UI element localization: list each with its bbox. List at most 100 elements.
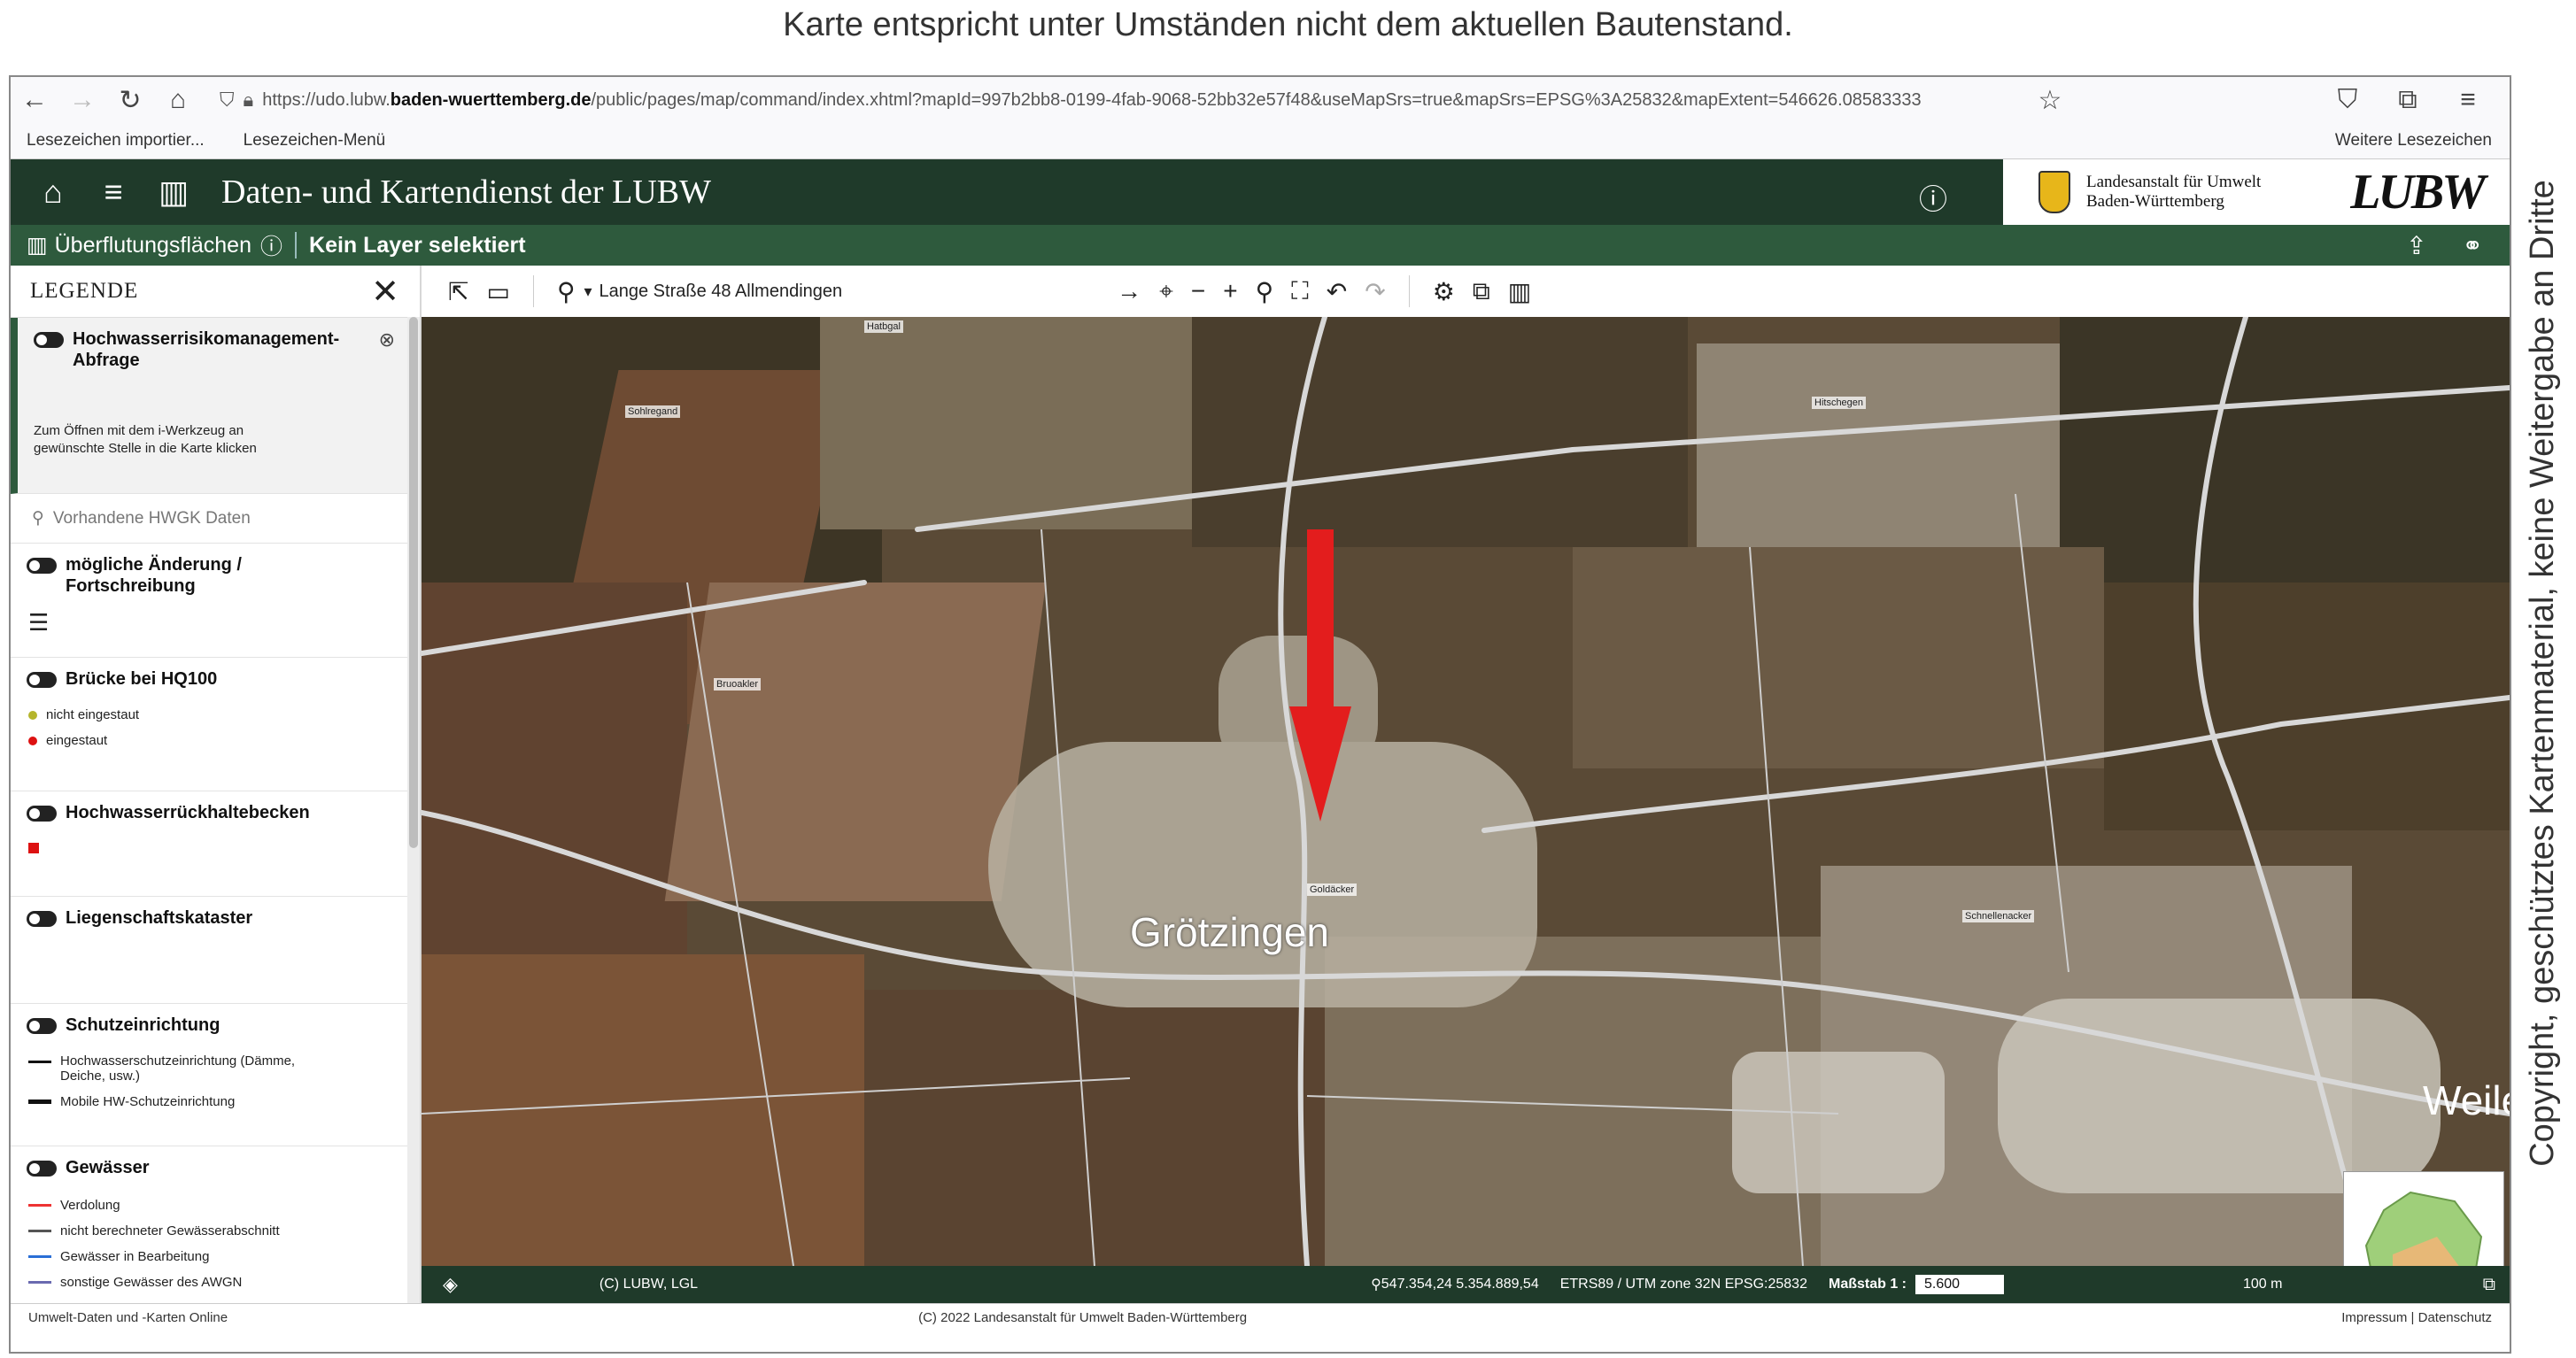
overview-map[interactable] (2343, 1171, 2504, 1266)
zoom-out-icon[interactable]: − (1191, 277, 1205, 305)
side-caption: Copyright, geschütztes Kartenmaterial, k… (2515, 97, 2570, 1248)
layer-bar: ▥ Überflutungsflächen ⓘ Kein Layer selek… (11, 225, 2510, 266)
ruler-icon[interactable]: ▭ (486, 277, 509, 306)
pin-icon: ⚲ (1371, 1276, 1381, 1293)
road (422, 583, 864, 653)
legend-title: LEGENDE (30, 279, 138, 304)
extensions-icon[interactable]: ⧉ (2384, 85, 2432, 115)
locate-icon[interactable]: ⌖ (1159, 277, 1173, 306)
info-cursor-icon[interactable]: ⇱ (448, 277, 468, 306)
url-domain: baden-wuerttemberg.de (391, 90, 592, 111)
chevron-down-icon[interactable]: ▾ (584, 282, 592, 301)
link-icon[interactable]: ⚭ (2463, 231, 2483, 260)
search-label: Vorhandene HWGK Daten (53, 509, 251, 529)
map-icon[interactable]: ▥ (156, 174, 191, 211)
legend-item: nicht eingestaut (11, 702, 407, 728)
legend-item-label: Mobile HW-Schutzeinrichtung (60, 1094, 235, 1109)
road-network (422, 317, 2510, 1266)
legend-section-waters: Gewässer Verdolung nicht berechneter Gew… (11, 1146, 407, 1326)
legend-section-title: Schutzeinrichtung (66, 1015, 220, 1036)
legend-section-bridge: Brücke bei HQ100 nicht eingestaut einges… (11, 658, 407, 791)
legend-section-title: Hochwasserrückhaltebecken (66, 802, 310, 823)
info-icon[interactable]: ⓘ (260, 229, 282, 261)
menu-icon[interactable]: ≡ (2444, 85, 2492, 115)
scale-input[interactable]: 5.600 (1915, 1275, 2004, 1294)
layers-icon[interactable]: ◈ (443, 1273, 458, 1296)
remove-icon[interactable]: ⊗ (379, 328, 395, 351)
app-title: Daten- und Kartendienst der LUBW (221, 173, 711, 212)
coordinates: 547.354,24 5.354.889,54 (1381, 1277, 1539, 1292)
parcel-label: Hitschegen (1812, 397, 1866, 409)
layer-toggle[interactable] (27, 1161, 57, 1177)
layer-toggle[interactable] (27, 1018, 57, 1034)
footer-links[interactable]: Impressum | Datenschutz (2341, 1310, 2492, 1325)
footer: Umwelt-Daten und -Karten Online (C) 2022… (11, 1303, 2510, 1331)
map-book-icon: ▥ (27, 232, 48, 258)
legend-item: Verdolung (11, 1192, 407, 1218)
layer-toggle[interactable] (27, 672, 57, 688)
scroll-thumb[interactable] (409, 317, 418, 848)
reload-icon[interactable]: ↻ (106, 85, 154, 116)
copy-icon[interactable]: ⧉ (1473, 277, 1490, 306)
bookmark-more[interactable]: Weitere Lesezeichen (2335, 131, 2492, 150)
home-icon[interactable]: ⌂ (154, 85, 202, 115)
hwgk-data-search[interactable]: ⚲ Vorhandene HWGK Daten (11, 494, 407, 544)
divider (533, 275, 534, 307)
fullscreen-icon[interactable]: ⛶ (1291, 277, 1309, 306)
address-field[interactable]: Lange Straße 48 Allmendingen (600, 282, 843, 302)
close-icon[interactable]: ✕ (371, 272, 400, 312)
browser-window: ← → ↻ ⌂ ⛉ 🔒︎ https://udo.lubw.baden-wuer… (9, 75, 2511, 1354)
brand-line-2: Baden-Württemberg (2086, 192, 2261, 212)
map-add-icon[interactable]: ▥ (1508, 277, 1531, 306)
layer-toggle[interactable] (27, 911, 57, 927)
map-name[interactable]: Überflutungsflächen (55, 233, 251, 258)
undo-icon[interactable]: ↶ (1327, 277, 1347, 306)
parcel-label: Bruoakler (714, 678, 761, 691)
divider (295, 232, 297, 258)
search-icon[interactable]: ⚲ (557, 277, 576, 306)
bookmark-import[interactable]: Lesezeichen importier... (27, 131, 205, 150)
top-caption: Karte entspricht unter Umständen nicht d… (0, 0, 2576, 55)
map-canvas[interactable]: Hatbgal Sohlregand Hitschegen Bruoakler … (422, 317, 2510, 1266)
hamburger-icon[interactable]: ≡ (96, 174, 131, 211)
parcel-label: Schnellenacker (1962, 910, 2034, 922)
layer-toggle[interactable] (27, 558, 57, 574)
scale-label: Maßstab 1 : (1829, 1277, 1907, 1292)
hatch-icon: ☰ (28, 609, 49, 637)
legend-item-label: Hochwasserschutzeinrichtung (Dämme, Deic… (60, 1053, 326, 1084)
map-toolbar: ⇱ ▭ ⚲ ▾ Lange Straße 48 Allmendingen → ⌖… (422, 266, 2510, 317)
red-square-icon (28, 843, 39, 853)
back-icon[interactable]: ← (11, 85, 58, 115)
zoom-area-icon[interactable]: ⚲ (1256, 277, 1274, 306)
forward-icon[interactable]: → (58, 85, 106, 115)
search-person-icon: ⚲ (32, 508, 44, 529)
legend-section-title: mögliche Änderung / Fortschreibung (66, 554, 296, 597)
layer-toggle[interactable] (27, 806, 57, 822)
pocket-icon[interactable]: ⛉ (2324, 85, 2371, 115)
yellow-dot-icon (28, 711, 37, 720)
path (1750, 547, 1803, 1266)
legend-panel: LEGENDE ✕ Hochwasserrisikomanagement-Abf… (11, 266, 422, 1328)
line-symbol (28, 1061, 51, 1063)
app-header: ⌂ ≡ ▥ Daten- und Kartendienst der LUBW ⓘ… (11, 159, 2510, 225)
home-icon[interactable]: ⌂ (35, 174, 71, 211)
gear-icon[interactable]: ⚙ (1433, 277, 1455, 306)
red-dot-icon (28, 737, 37, 745)
arrow-right-icon[interactable]: → (1117, 277, 1141, 305)
bookmark-menu[interactable]: Lesezeichen-Menü (244, 131, 386, 150)
collapse-icon[interactable]: ⧉ (2483, 1275, 2495, 1295)
help-icon[interactable]: ⓘ (1919, 177, 1947, 218)
share-icon[interactable]: ⇪ (2406, 231, 2426, 260)
crs-info: ETRS89 / UTM zone 32N EPSG:25832 (1560, 1277, 1807, 1292)
legend-section-protection: Schutzeinrichtung Hochwasserschutzeinric… (11, 1004, 407, 1146)
layer-toggle[interactable] (34, 332, 64, 348)
legend-symbol: ☰ (11, 597, 407, 642)
url-prefix: https://udo.lubw. (262, 90, 391, 111)
bookmark-star-icon[interactable]: ☆ (2026, 85, 2074, 116)
url-bar[interactable]: ⛉ 🔒︎ https://udo.lubw.baden-wuerttemberg… (220, 84, 2026, 116)
legend-item (11, 837, 407, 859)
legend-item-label: nicht berechneter Gewässerabschnitt (60, 1223, 280, 1238)
zoom-in-icon[interactable]: + (1223, 277, 1237, 305)
redo-icon[interactable]: ↷ (1365, 277, 1385, 306)
legend-scrollbar[interactable] (407, 317, 420, 1326)
